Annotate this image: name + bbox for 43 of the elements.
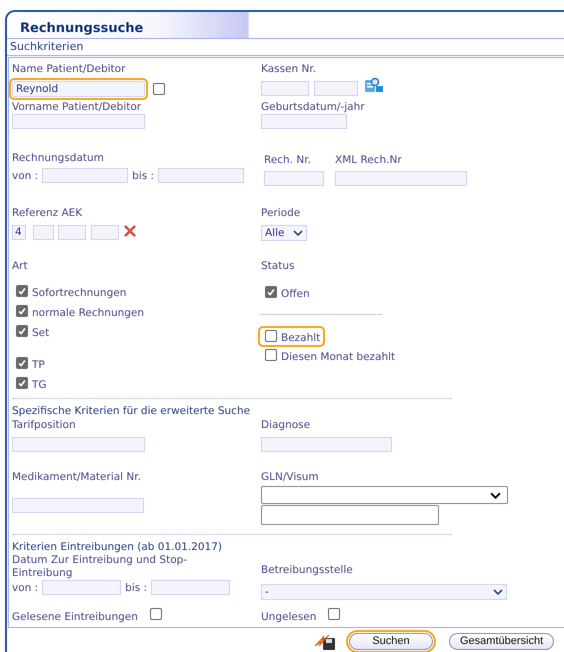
field-label: Tarifposition xyxy=(12,418,77,432)
field-label: Name Patient/Debitor xyxy=(12,62,126,76)
action-button[interactable]: Suchen xyxy=(349,632,433,650)
highlighted-option[interactable]: Bezahlt xyxy=(261,329,322,344)
name-field[interactable]: Reynold xyxy=(12,81,145,97)
field-label: Rech. Nr. xyxy=(264,153,312,167)
field-label: Referenz AEK xyxy=(12,206,84,220)
status-option[interactable]: Diesen Monat bezahlt xyxy=(261,348,398,363)
field-label: Betreibungsstelle xyxy=(261,563,354,577)
field-label: Geburtsdatum/-jahr xyxy=(261,100,366,114)
from-label: von : xyxy=(12,168,38,182)
field-label: Kassen Nr. xyxy=(261,62,318,76)
reference-field[interactable]: 4 xyxy=(12,225,26,240)
checkbox-label: Bezahlt xyxy=(281,332,320,345)
checkbox-label: Offen xyxy=(281,288,310,301)
field-label: Art xyxy=(12,259,29,273)
checkbox-label: Sofortrechnungen xyxy=(32,287,126,300)
to-label: bis : xyxy=(125,580,148,594)
field-label: XML Rech.Nr xyxy=(335,153,403,167)
office-select[interactable]: - xyxy=(261,584,507,600)
from-label: von : xyxy=(12,580,38,594)
checkbox-label: Ungelesen xyxy=(261,610,316,624)
action-button[interactable]: Gesamtübersicht xyxy=(449,632,554,650)
section-heading: Spezifische Kriterien für die erweiterte Suche xyxy=(12,404,252,418)
window-title: Rechnungssuche xyxy=(20,21,144,38)
checkbox-label: Diesen Monat bezahlt xyxy=(281,351,396,364)
checkbox-label: TG xyxy=(32,379,47,392)
to-label: bis : xyxy=(132,168,154,182)
field-label: Status xyxy=(261,259,296,273)
checkbox-label: Gelesene Eintreibungen xyxy=(12,610,138,624)
section-title: Suchkriterien xyxy=(10,40,84,53)
status-option[interactable]: Offen xyxy=(261,285,312,300)
field-label: Medikament/Material Nr. xyxy=(12,470,142,484)
checkbox-label: normale Rechnungen xyxy=(32,307,144,320)
field-label: GLN/Visum xyxy=(261,470,320,484)
field-label: Diagnose xyxy=(261,418,312,432)
checkbox-label: Set xyxy=(32,327,50,340)
field-label: Vorname Patient/Debitor xyxy=(12,100,142,114)
field-label: Rechnungsdatum xyxy=(12,151,105,165)
field-label: Periode xyxy=(261,206,302,220)
checkbox-label: TP xyxy=(32,359,45,372)
section-heading: Kriterien Eintreibungen (ab 01.01.2017) xyxy=(12,540,224,554)
period-select[interactable]: Alle xyxy=(261,225,307,241)
